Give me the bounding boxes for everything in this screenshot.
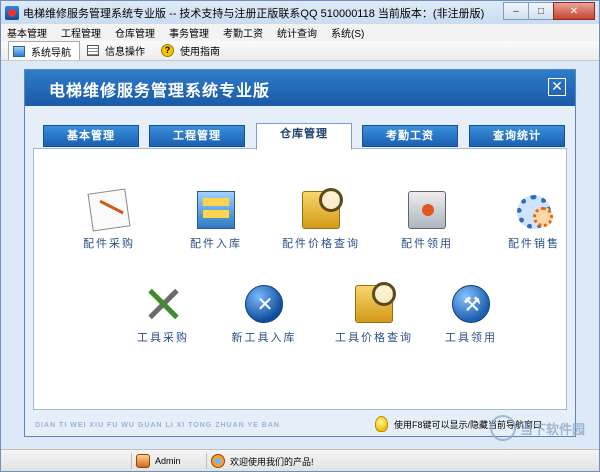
- tab-query-statistics[interactable]: 查询统计: [469, 125, 565, 147]
- watermark-text: 当下软件园: [519, 421, 585, 437]
- magnifier-box-icon: [302, 188, 343, 229]
- tools-purchase-button[interactable]: 工具采购: [108, 285, 218, 345]
- footer-pinyin: DIAN TI WEI XIU FU WU GUAN LI XI TONG ZH…: [35, 422, 280, 429]
- maximize-button[interactable]: □: [528, 2, 554, 20]
- tab-user-guide-label: 使用指南: [180, 47, 220, 58]
- machine-icon: [408, 191, 446, 229]
- close-button[interactable]: ✕: [553, 2, 595, 20]
- minimize-button[interactable]: –: [503, 2, 529, 20]
- panel-close-button[interactable]: ✕: [548, 78, 566, 96]
- tab-engineering-management[interactable]: 工程管理: [149, 125, 245, 147]
- navigation-panel: 电梯维修服务管理系统专业版 ✕ 基本管理 工程管理 仓库管理 考勤工资 查询统计…: [24, 69, 576, 437]
- watermark: 当下软件园: [489, 415, 585, 441]
- parts-requisition-button[interactable]: 配件领用: [372, 191, 482, 251]
- nav-icon: [13, 45, 25, 57]
- menu-statistics[interactable]: 统计查询: [277, 25, 317, 40]
- window-controls: – □ ✕: [503, 2, 595, 20]
- tab-info-ops[interactable]: 信息操作: [82, 41, 154, 60]
- status-welcome-text: 欢迎使用我们的产品!: [230, 456, 314, 467]
- lightbulb-icon: [375, 416, 388, 432]
- menu-affairs[interactable]: 事务管理: [169, 25, 209, 40]
- document-pen-icon: [87, 188, 131, 232]
- help-icon: ?: [161, 44, 174, 57]
- tools-requisition-button[interactable]: 工具领用: [416, 285, 526, 345]
- app-icon: [5, 5, 19, 20]
- info-icon: [87, 45, 99, 56]
- parts-price-query-label: 配件价格查询: [282, 237, 360, 250]
- tools-cross-icon: [245, 285, 284, 323]
- toolbar: 系统导航 信息操作 ? 使用指南: [1, 41, 599, 61]
- tab-info-ops-label: 信息操作: [105, 47, 145, 58]
- title-bar[interactable]: 电梯维修服务管理系统专业版 -- 技术支持与注册正版联系QQ 510000118…: [1, 1, 599, 24]
- tools-purchase-label: 工具采购: [137, 331, 189, 344]
- parts-sales-label: 配件销售: [508, 237, 560, 250]
- new-tools-stock-in-button[interactable]: 新工具入库: [204, 285, 324, 345]
- menu-warehouse[interactable]: 仓库管理: [115, 25, 155, 40]
- tab-warehouse-management[interactable]: 仓库管理: [256, 123, 352, 150]
- parts-price-query-button[interactable]: 配件价格查询: [256, 188, 386, 251]
- wrench-screwdriver-icon: [144, 285, 182, 323]
- status-bar: Admin 欢迎使用我们的产品!: [1, 449, 599, 471]
- users-icon: [211, 454, 225, 468]
- panel-header: 电梯维修服务管理系统专业版 ✕: [25, 70, 575, 106]
- window-title: 电梯维修服务管理系统专业版 -- 技术支持与注册正版联系QQ 510000118…: [23, 7, 485, 20]
- watermark-logo-icon: [489, 415, 516, 441]
- tab-system-nav[interactable]: 系统导航: [8, 41, 80, 60]
- parts-purchase-label: 配件采购: [83, 237, 135, 250]
- app-window: 电梯维修服务管理系统专业版 -- 技术支持与注册正版联系QQ 510000118…: [0, 0, 600, 472]
- parts-purchase-button[interactable]: 配件采购: [54, 188, 164, 251]
- new-tools-stock-in-label: 新工具入库: [231, 331, 297, 344]
- magnifier-box-icon: [355, 282, 396, 323]
- parts-sales-button[interactable]: 配件销售: [479, 191, 589, 251]
- tools-requisition-label: 工具领用: [445, 331, 497, 344]
- status-user-name: Admin: [155, 456, 181, 466]
- tab-basic-management[interactable]: 基本管理: [43, 125, 139, 147]
- tab-user-guide[interactable]: ? 使用指南: [156, 41, 229, 60]
- menu-basic[interactable]: 基本管理: [7, 25, 47, 40]
- status-welcome: 欢迎使用我们的产品!: [206, 453, 406, 469]
- user-icon: [136, 454, 150, 468]
- cabinet-icon: [197, 191, 235, 229]
- parts-requisition-label: 配件领用: [401, 237, 453, 250]
- function-area: 配件采购 配件入库 配件价格查询 配件领用 配件销售 工具采购 ✕ 新工具入库 …: [33, 148, 567, 410]
- tab-system-nav-label: 系统导航: [31, 47, 71, 59]
- tab-attendance-salary[interactable]: 考勤工资: [362, 125, 458, 147]
- status-user: Admin: [131, 453, 201, 469]
- menu-bar: 基本管理 工程管理 仓库管理 事务管理 考勤工资 统计查询 系统(S): [1, 24, 599, 41]
- module-tabs: 基本管理 工程管理 仓库管理 考勤工资 查询统计: [25, 106, 575, 150]
- hammer-wrench-icon: [452, 285, 491, 323]
- menu-system[interactable]: 系统(S): [331, 25, 364, 40]
- gears-icon: [515, 191, 553, 229]
- menu-engineering[interactable]: 工程管理: [61, 25, 101, 40]
- panel-title: 电梯维修服务管理系统专业版: [49, 81, 271, 100]
- menu-attendance[interactable]: 考勤工资: [223, 25, 263, 40]
- parts-stock-in-button[interactable]: 配件入库: [161, 191, 271, 251]
- parts-stock-in-label: 配件入库: [190, 237, 242, 250]
